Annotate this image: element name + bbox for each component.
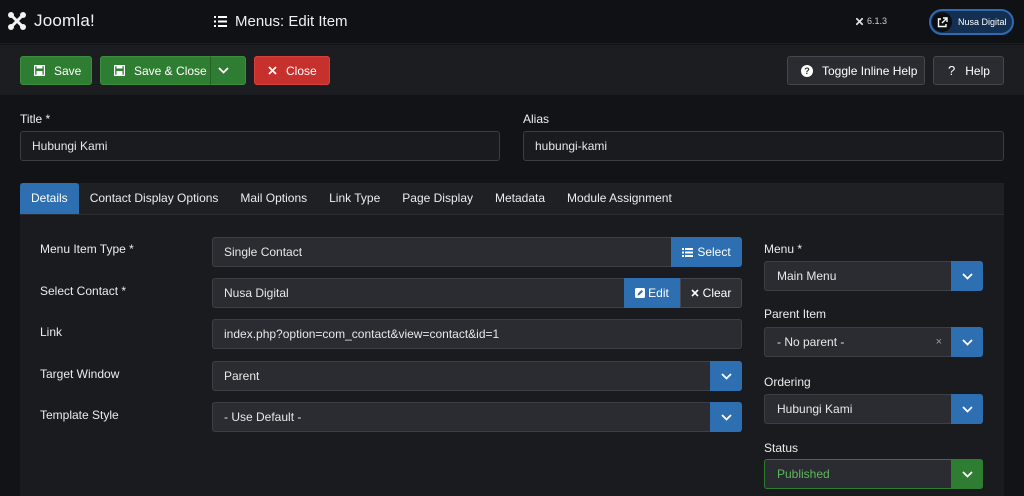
menu-select-caret [951,261,983,291]
template-style-caret [710,402,742,432]
page-title: Menus: Edit Item [214,13,348,30]
logo-text: Joomla! [34,11,95,30]
status-select-caret [951,459,983,489]
menu-label: Menu * [764,242,803,256]
ordering-label: Ordering [764,375,811,389]
edit-icon [635,288,646,298]
save-dropdown-button[interactable] [210,56,246,85]
chevron-down-icon [961,272,973,280]
clear-selection-icon[interactable]: × [936,336,942,348]
toggle-inline-help-button[interactable]: ? Toggle Inline Help [787,56,925,85]
chevron-down-icon [961,470,973,478]
close-icon [268,66,277,75]
select-contact-label: Select Contact * [40,284,127,298]
tab-link-type[interactable]: Link Type [318,183,391,214]
list-icon [214,16,227,27]
save-icon [114,65,125,76]
menu-value: Main Menu [777,269,837,283]
status-label: Status [764,441,799,455]
tab-module-assignment[interactable]: Module Assignment [556,183,683,214]
page-title-text: Menus: Edit Item [235,13,348,30]
svg-text:?: ? [804,66,810,76]
save-label: Save [54,63,82,78]
joomla-logo[interactable]: Joomla! [6,10,95,32]
question-icon: ? [948,63,956,78]
chevron-down-icon [961,405,973,413]
chevron-down-icon [961,338,973,346]
clear-contact-button[interactable]: Clear [680,278,742,308]
template-style-value: - Use Default - [224,410,302,424]
menu-item-type-input: Single Contact [212,237,672,267]
toggle-help-label: Toggle Inline Help [822,63,918,78]
list-icon [682,247,694,257]
edit-button-label: Edit [648,286,669,300]
parent-item-label: Parent Item [764,307,827,321]
chevron-down-icon [720,372,732,380]
title-input[interactable]: Hubungi Kami [20,131,500,161]
tab-metadata[interactable]: Metadata [484,183,556,214]
template-style-label: Template Style [40,408,119,422]
save-button[interactable]: Save [20,56,92,85]
alias-input[interactable]: hubungi-kami [523,131,1004,161]
question-circle-icon: ? [801,64,813,77]
tab-contact-display-options[interactable]: Contact Display Options [79,183,230,214]
version-text: 6.1.3 [867,16,888,26]
chevron-down-icon [720,413,732,421]
target-window-value: Parent [224,369,260,383]
top-header: Joomla! Menus: Edit Item 6.1.3 Nusa Digi… [0,0,1024,44]
toolbar: Save Save & Close Close ? Toggle Inline … [0,45,1024,95]
close-label: Close [286,63,317,78]
chevron-down-icon [218,67,229,74]
select-contact-input: Nusa Digital [212,278,625,308]
menu-item-type-label: Menu Item Type * [40,242,134,256]
parent-item-value: - No parent - [777,335,845,349]
select-menu-type-button[interactable]: Select [671,237,742,267]
target-window-caret [710,361,742,391]
ordering-select[interactable]: Hubungi Kami [764,394,983,424]
clear-button-label: Clear [702,286,732,300]
target-window-select[interactable]: Parent [212,361,742,391]
select-button-label: Select [697,245,731,259]
save-close-button[interactable]: Save & Close [100,56,211,85]
help-label: Help [965,63,990,78]
tab-page-display[interactable]: Page Display [391,183,484,214]
link-label: Link [40,325,63,339]
version-badge: 6.1.3 [855,16,887,26]
joomla-small-icon [855,17,864,25]
help-button[interactable]: ? Help [933,56,1004,85]
status-select[interactable]: Published [764,459,983,489]
status-value: Published [777,467,830,481]
save-close-label: Save & Close [134,63,207,78]
tab-bar: Details Contact Display Options Mail Opt… [20,183,1004,215]
link-input: index.php?option=com_contact&view=contac… [212,319,742,349]
site-link-button[interactable]: Nusa Digital [929,9,1014,35]
target-window-label: Target Window [40,367,120,381]
ordering-select-caret [951,394,983,424]
tab-details[interactable]: Details [20,183,79,214]
menu-select[interactable]: Main Menu [764,261,983,291]
parent-select-caret [951,327,983,357]
parent-item-select[interactable]: - No parent - × [764,327,983,357]
close-icon [691,289,699,297]
joomla-logo-icon [8,12,26,30]
title-label: Title * [20,112,51,126]
edit-contact-button[interactable]: Edit [624,278,680,308]
external-link-icon [932,12,952,32]
ordering-value: Hubungi Kami [777,402,853,416]
site-name: Nusa Digital [958,17,1007,27]
alias-label: Alias [523,112,550,126]
template-style-select[interactable]: - Use Default - [212,402,742,432]
save-icon [34,65,45,76]
close-button[interactable]: Close [254,56,330,85]
tab-mail-options[interactable]: Mail Options [229,183,318,214]
